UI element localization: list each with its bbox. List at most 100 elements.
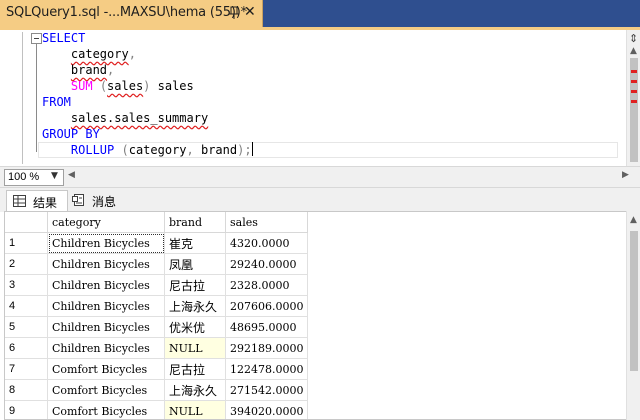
brand-cell[interactable]: 优米优 — [165, 317, 226, 338]
header-row: category brand sales — [5, 212, 308, 233]
sales-cell[interactable]: 394020.0000 — [226, 401, 308, 420]
brand-cell[interactable]: 上海永久 — [165, 380, 226, 401]
chevron-down-icon[interactable]: ▼ — [51, 171, 58, 181]
row-number-cell[interactable]: 6 — [5, 338, 48, 359]
code-line[interactable]: sales.sales_summary — [42, 110, 253, 126]
code-token: brand — [71, 63, 107, 77]
editor-horizontal-scrollbar[interactable]: ◀ ▶ — [66, 170, 636, 183]
brand-cell[interactable]: 上海永久 — [165, 296, 226, 317]
sales-cell[interactable]: 292189.0000 — [226, 338, 308, 359]
error-marker[interactable] — [631, 70, 637, 73]
brand-cell[interactable]: 尼古拉 — [165, 275, 226, 296]
scroll-thumb[interactable] — [630, 58, 638, 162]
code-token: GROUP BY — [42, 127, 100, 141]
brand-cell[interactable]: 崔克 — [165, 233, 226, 254]
results-tab-strip: 结果 消息 — [0, 187, 640, 212]
brand-cell[interactable]: NULL — [165, 338, 226, 359]
column-header-category[interactable]: category — [48, 212, 165, 233]
row-number-cell[interactable]: 4 — [5, 296, 48, 317]
tab-results[interactable]: 结果 — [6, 190, 68, 212]
tab-messages-label: 消息 — [92, 193, 116, 210]
code-line[interactable]: FROM — [42, 94, 253, 110]
table-row[interactable]: 5 Children Bicycles 优米优 48695.0000 — [5, 317, 308, 338]
row-number-cell[interactable]: 1 — [5, 233, 48, 254]
table-row[interactable]: 2 Children Bicycles 凤凰 29240.0000 — [5, 254, 308, 275]
scroll-up-icon[interactable]: ▲ — [630, 46, 637, 56]
code-token: , — [129, 47, 136, 61]
editor-gutter — [0, 30, 28, 166]
query-editor[interactable]: SELECT category, brand, SUM (sales) sale… — [0, 30, 626, 166]
error-marker[interactable] — [631, 100, 637, 103]
table-row[interactable]: 6 Children Bicycles NULL 292189.0000 — [5, 338, 308, 359]
brand-cell[interactable]: NULL — [165, 401, 226, 420]
column-header-brand[interactable]: brand — [165, 212, 226, 233]
code-line[interactable]: brand, — [42, 62, 253, 78]
scroll-up-icon[interactable]: ▲ — [630, 215, 637, 225]
collapse-toggle-icon[interactable] — [31, 33, 42, 44]
sales-cell[interactable]: 271542.0000 — [226, 380, 308, 401]
code-token: sales.sales_summary — [71, 111, 208, 125]
sales-cell[interactable]: 122478.0000 — [226, 359, 308, 380]
code-line[interactable]: ROLLUP (category, brand); — [42, 142, 253, 158]
brand-cell[interactable]: 尼古拉 — [165, 359, 226, 380]
table-row[interactable]: 7 Comfort Bicycles 尼古拉 122478.0000 — [5, 359, 308, 380]
close-icon[interactable]: ✕ — [244, 4, 256, 20]
row-number-cell[interactable]: 7 — [5, 359, 48, 380]
editor-vertical-scrollbar[interactable]: ⇕ ▲ — [626, 30, 640, 166]
row-number-cell[interactable]: 5 — [5, 317, 48, 338]
row-number-cell[interactable]: 2 — [5, 254, 48, 275]
sql-code[interactable]: SELECT category, brand, SUM (sales) sale… — [42, 30, 253, 158]
code-line[interactable]: category, — [42, 46, 253, 62]
column-header-sales[interactable]: sales — [226, 212, 308, 233]
code-token — [42, 63, 71, 77]
results-grid[interactable]: category brand sales 1 Children Bicycles 崔… — [4, 211, 628, 420]
results-table: category brand sales 1 Children Bicycles 崔… — [5, 212, 308, 420]
code-token — [42, 47, 71, 61]
row-number-header[interactable] — [5, 212, 48, 233]
table-row[interactable]: 1 Children Bicycles 崔克 4320.0000 — [5, 233, 308, 254]
row-number-cell[interactable]: 9 — [5, 401, 48, 420]
code-token: category — [71, 47, 129, 61]
sales-cell[interactable]: 207606.0000 — [226, 296, 308, 317]
grid-icon — [13, 195, 26, 207]
category-cell[interactable]: Comfort Bicycles — [48, 401, 165, 420]
code-line[interactable]: SELECT — [42, 30, 253, 46]
document-tab-strip: SQLQuery1.sql -...MAXSU\hema (55))* ✕ — [0, 0, 640, 27]
error-marker[interactable] — [631, 90, 637, 93]
table-row[interactable]: 8 Comfort Bicycles 上海永久 271542.0000 — [5, 380, 308, 401]
tab-messages[interactable]: 消息 — [66, 190, 122, 211]
code-token: sales — [150, 79, 193, 93]
sales-cell[interactable]: 29240.0000 — [226, 254, 308, 275]
table-row[interactable]: 4 Children Bicycles 上海永久 207606.0000 — [5, 296, 308, 317]
category-cell[interactable]: Children Bicycles — [48, 233, 165, 254]
row-number-cell[interactable]: 3 — [5, 275, 48, 296]
row-number-cell[interactable]: 8 — [5, 380, 48, 401]
category-cell[interactable]: Children Bicycles — [48, 338, 165, 359]
code-token: sales — [107, 79, 143, 93]
code-line[interactable]: SUM (sales) sales — [42, 78, 253, 94]
tab-sqlquery1[interactable]: SQLQuery1.sql -...MAXSU\hema (55))* ✕ — [0, 0, 263, 27]
zoom-dropdown[interactable]: 100 % ▼ — [4, 169, 64, 186]
table-row[interactable]: 9 Comfort Bicycles NULL 394020.0000 — [5, 401, 308, 420]
outline-line — [36, 44, 37, 152]
scroll-left-icon[interactable]: ◀ — [68, 170, 75, 180]
scroll-thumb[interactable] — [630, 231, 638, 371]
pin-icon[interactable] — [228, 6, 240, 20]
category-cell[interactable]: Children Bicycles — [48, 275, 165, 296]
category-cell[interactable]: Children Bicycles — [48, 317, 165, 338]
code-line[interactable]: GROUP BY — [42, 126, 253, 142]
scroll-right-icon[interactable]: ▶ — [622, 170, 629, 180]
sales-cell[interactable]: 4320.0000 — [226, 233, 308, 254]
category-cell[interactable]: Comfort Bicycles — [48, 380, 165, 401]
results-vertical-scrollbar[interactable]: ▲ — [626, 211, 640, 420]
category-cell[interactable]: Comfort Bicycles — [48, 359, 165, 380]
brand-cell[interactable]: 凤凰 — [165, 254, 226, 275]
sales-cell[interactable]: 2328.0000 — [226, 275, 308, 296]
category-cell[interactable]: Children Bicycles — [48, 296, 165, 317]
code-token: category — [129, 143, 187, 157]
table-row[interactable]: 3 Children Bicycles 尼古拉 2328.0000 — [5, 275, 308, 296]
error-marker[interactable] — [631, 80, 637, 83]
category-cell[interactable]: Children Bicycles — [48, 254, 165, 275]
split-window-icon[interactable]: ⇕ — [629, 32, 638, 45]
sales-cell[interactable]: 48695.0000 — [226, 317, 308, 338]
